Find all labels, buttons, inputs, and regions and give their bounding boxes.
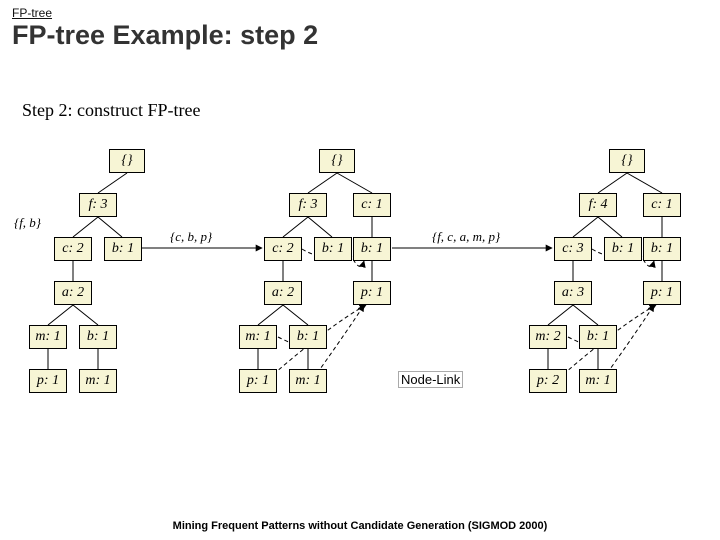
tree-a-b1: b: 1 [104,237,142,261]
tree-c-f4: f: 4 [579,193,617,217]
tree-a-m1b: m: 1 [79,369,117,393]
transaction-3: {f, c, a, m, p} [432,229,500,245]
tree-a-f3: f: 3 [79,193,117,217]
tree-b-c2: c: 2 [264,237,302,261]
tree-c-p2: p: 2 [529,369,567,393]
breadcrumb: FP-tree [12,6,52,20]
tree-c-p1: p: 1 [643,281,681,305]
tree-c-a3: a: 3 [554,281,592,305]
tree-c-b1b: b: 1 [643,237,681,261]
step-subtitle: Step 2: construct FP-tree [22,100,200,121]
tree-b-b1c: b: 1 [289,325,327,349]
tree-b-m1: m: 1 [239,325,277,349]
tree-b-p1b: p: 1 [239,369,277,393]
tree-c-m1: m: 1 [579,369,617,393]
transaction-2: {c, b, p} [170,229,212,245]
tree-b-c1: c: 1 [353,193,391,217]
tree-a-b1b: b: 1 [79,325,117,349]
node-link-label: Node-Link [398,371,463,388]
tree-a-root: {} [109,149,145,173]
tree-c-c3: c: 3 [554,237,592,261]
tree-a-p1: p: 1 [29,369,67,393]
tree-b-a2: a: 2 [264,281,302,305]
tree-c-m2: m: 2 [529,325,567,349]
footer-citation: Mining Frequent Patterns without Candida… [0,520,720,532]
tree-c-c1: c: 1 [643,193,681,217]
tree-b-p1: p: 1 [353,281,391,305]
transaction-1: {f, b} [14,215,41,231]
tree-a-m1: m: 1 [29,325,67,349]
page-title: FP-tree Example: step 2 [12,20,318,51]
tree-b-f3: f: 3 [289,193,327,217]
tree-c-b1a: b: 1 [604,237,642,261]
fp-tree-diagram: {} f: 3 c: 2 b: 1 a: 2 m: 1 b: 1 p: 1 m:… [0,145,720,490]
tree-c-root: {} [609,149,645,173]
tree-b-m1b: m: 1 [289,369,327,393]
tree-b-b1a: b: 1 [314,237,352,261]
tree-b-b1b: b: 1 [353,237,391,261]
tree-c-b1c: b: 1 [579,325,617,349]
tree-b-root: {} [319,149,355,173]
tree-a-c2: c: 2 [54,237,92,261]
tree-a-a2: a: 2 [54,281,92,305]
